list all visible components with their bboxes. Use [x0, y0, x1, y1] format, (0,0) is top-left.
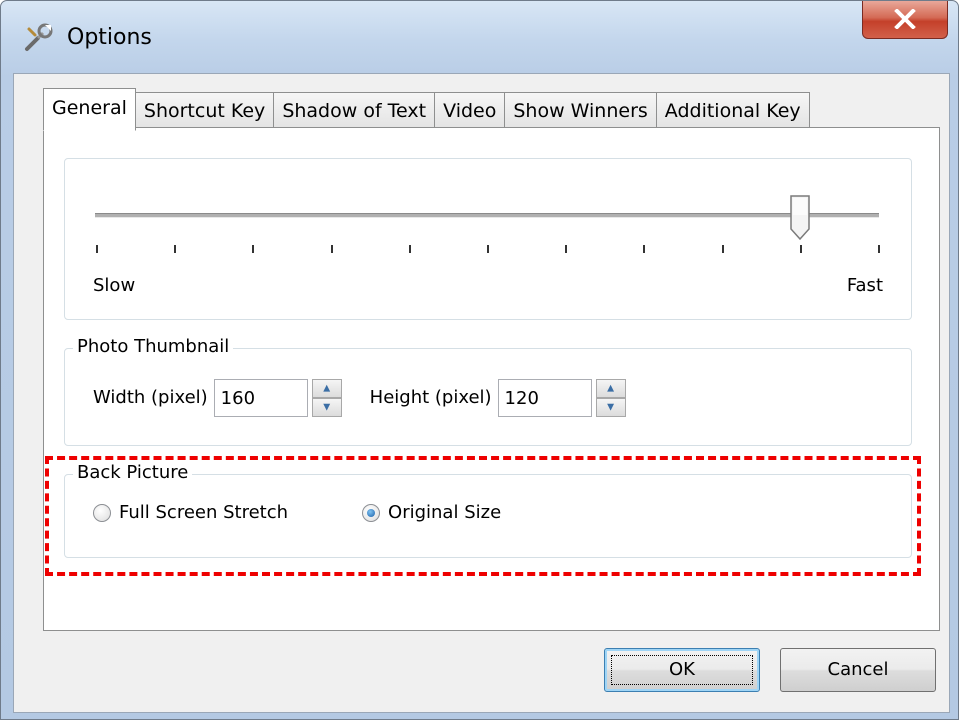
height-spin-up[interactable]: ▲ — [595, 379, 626, 398]
radio-original-size[interactable]: Original Size — [362, 501, 501, 525]
radio-button[interactable] — [93, 504, 111, 522]
slider-tick — [565, 245, 568, 253]
photo-thumbnail-title: Photo Thumbnail — [73, 336, 234, 358]
height-spin-down[interactable]: ▼ — [595, 398, 626, 417]
tab-additional-key[interactable]: Additional Key — [655, 92, 810, 129]
radio-button-checked[interactable] — [362, 504, 381, 522]
back-picture-group: Back Picture Full Screen Stretch Origina… — [64, 462, 912, 558]
height-spinner[interactable]: ▲ ▼ — [595, 379, 626, 417]
tab-shadow-of-text[interactable]: Shadow of Text — [273, 92, 436, 129]
wrench-icon — [23, 23, 53, 53]
radio-label: Original Size — [388, 502, 502, 523]
dialog-client-area: General Shortcut Key Shadow of Text Vide… — [13, 73, 950, 713]
photo-thumbnail-group: Photo Thumbnail Width (pixel) ▲ ▼ Height… — [64, 336, 912, 446]
tab-shortcut-key[interactable]: Shortcut Key — [134, 92, 275, 129]
slider-tick — [487, 245, 489, 253]
tab-show-winners[interactable]: Show Winners — [504, 92, 657, 129]
slider-max-label: Fast — [846, 275, 883, 296]
speed-group: Slow Fast — [64, 158, 912, 320]
arrow-up-icon: ▲ — [323, 383, 331, 393]
thumbnail-size-row: Width (pixel) ▲ ▼ Height (pixel) ▲ ▼ — [93, 377, 654, 419]
arrow-down-icon: ▼ — [323, 402, 331, 412]
back-picture-title: Back Picture — [73, 462, 193, 484]
width-spin-down[interactable]: ▼ — [311, 398, 342, 417]
tab-video[interactable]: Video — [434, 92, 506, 129]
ok-button-label: OK — [669, 659, 695, 680]
slider-min-label: Slow — [93, 275, 136, 296]
height-label: Height (pixel) — [369, 387, 492, 408]
slider-tick — [643, 245, 646, 253]
arrow-down-icon: ▼ — [607, 402, 615, 412]
radio-label: Full Screen Stretch — [119, 502, 289, 523]
width-label: Width (pixel) — [93, 387, 208, 408]
width-spinner[interactable]: ▲ ▼ — [311, 379, 342, 417]
close-icon — [894, 9, 916, 29]
slider-tick — [252, 245, 255, 253]
slider-tick — [799, 245, 802, 253]
slider-tick — [330, 245, 333, 253]
options-dialog: Options General Shortcut Key Shadow of T… — [0, 0, 959, 720]
tab-strip: General Shortcut Key Shadow of Text Vide… — [43, 88, 810, 131]
speed-slider-thumb[interactable] — [789, 195, 811, 241]
ok-button[interactable]: OK — [604, 648, 760, 692]
cancel-button-label: Cancel — [827, 659, 889, 680]
slider-tick — [721, 245, 724, 253]
speed-slider-track[interactable] — [95, 213, 879, 218]
close-button[interactable] — [862, 1, 948, 39]
tab-general[interactable]: General — [43, 88, 136, 131]
arrow-up-icon: ▲ — [607, 383, 615, 393]
title-bar[interactable]: Options — [1, 1, 958, 71]
back-picture-options: Full Screen Stretch Original Size — [93, 501, 575, 525]
window-title: Options — [67, 25, 152, 50]
slider-tick — [408, 245, 411, 253]
cancel-button[interactable]: Cancel — [780, 648, 936, 692]
general-tab-panel: Slow Fast Photo Thumbnail Width (pixel) … — [43, 127, 940, 631]
width-spin-up[interactable]: ▲ — [311, 379, 342, 398]
slider-tick — [878, 245, 880, 253]
width-input[interactable] — [213, 379, 308, 417]
radio-full-screen-stretch[interactable]: Full Screen Stretch — [93, 501, 288, 525]
slider-tick — [174, 245, 177, 253]
slider-tick — [96, 245, 98, 253]
height-input[interactable] — [497, 379, 592, 417]
